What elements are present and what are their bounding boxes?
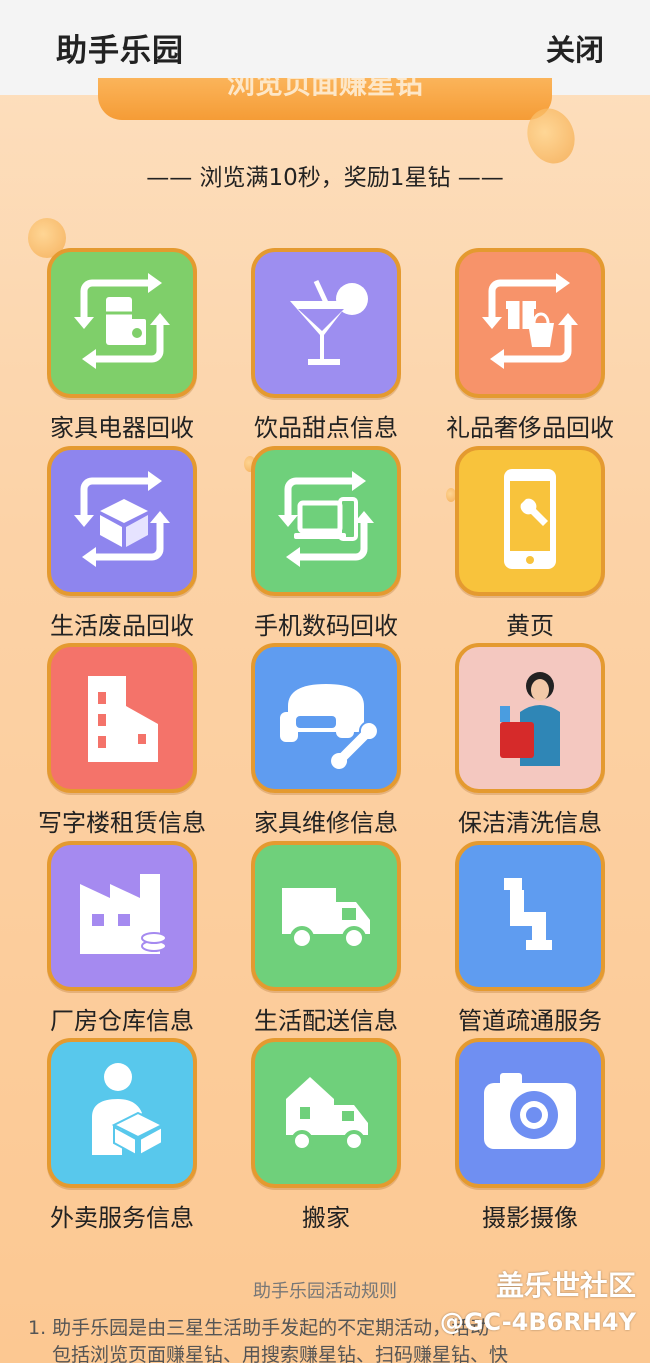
factory-icon [62,854,182,978]
service-item[interactable]: 家具电器回收 [20,248,224,446]
rules-line-1: 1. 助手乐园是由三星生活助手发起的不定期活动，活动 [28,1317,490,1339]
cleaner-woman-icon [470,656,590,780]
service-item[interactable]: 饮品甜点信息 [224,248,428,446]
service-label: 家具维修信息 [254,809,398,837]
service-tile[interactable] [47,445,197,596]
box-recycle-icon [62,459,182,583]
service-item[interactable]: 黄页 [428,445,632,644]
phone-wrench-icon [470,459,590,583]
service-tile[interactable] [455,643,605,793]
service-tile[interactable] [47,1038,197,1188]
service-tile[interactable] [251,840,401,991]
page-title: 助手乐园 [56,33,184,69]
service-item[interactable]: 管道疏通服务 [428,840,632,1039]
service-item[interactable]: 厂房仓库信息 [20,840,224,1039]
drink-cocktail-icon [266,261,386,385]
service-item[interactable]: 生活配送信息 [224,840,428,1039]
banner-button[interactable]: 浏览页面赚星钻 [98,78,552,120]
service-label: 礼品奢侈品回收 [446,414,614,442]
service-tile[interactable] [251,445,401,596]
office-building-icon [62,656,182,780]
service-item[interactable]: 家具维修信息 [224,643,428,841]
service-label: 手机数码回收 [254,611,398,640]
service-item[interactable]: 手机数码回收 [224,445,428,644]
service-label: 生活废品回收 [50,611,194,640]
service-tile[interactable] [455,1038,605,1188]
service-label: 管道疏通服务 [458,1006,602,1035]
service-item[interactable]: 生活废品回收 [20,445,224,644]
service-label: 外卖服务信息 [50,1204,194,1232]
gift-bag-recycle-icon [470,261,590,385]
service-label: 搬家 [302,1204,350,1232]
service-tile[interactable] [47,840,197,991]
service-tile[interactable] [455,840,605,991]
rules-line-2: 包括浏览页面赚星钻、用搜索赚星钻、扫码赚星钻、快 [52,1344,509,1363]
service-label: 写字楼租赁信息 [38,809,206,837]
banner-label: 浏览页面赚星钻 [226,78,423,100]
watermark-site: 盖乐世社区 [495,1269,636,1302]
service-item[interactable]: 礼品奢侈品回收 [428,248,632,446]
appliance-recycle-icon [62,261,182,385]
pipe-icon [470,854,590,978]
close-button[interactable]: 关闭 [546,27,604,69]
service-label: 家具电器回收 [50,414,194,442]
service-tile[interactable] [251,643,401,793]
service-label: 摄影摄像 [482,1204,578,1232]
camera-icon [470,1051,590,1175]
service-tile[interactable] [47,643,197,793]
service-tile[interactable] [47,248,197,398]
delivery-truck-icon [266,854,386,978]
reward-hint: —— 浏览满10秒，奖励1星钻 —— [146,165,504,191]
service-grid: 家具电器回收 饮品甜点信息 礼品奢侈品回收 生活废品回收 手机数码回收 黄页 写… [20,248,630,1236]
service-item[interactable]: 外卖服务信息 [20,1038,224,1236]
service-item[interactable]: 保洁清洗信息 [428,643,632,841]
service-label: 饮品甜点信息 [254,414,398,442]
sofa-repair-icon [266,656,386,780]
service-tile[interactable] [455,248,605,398]
watermark-user: @GC-4B6RH4Y [439,1308,636,1336]
service-label: 厂房仓库信息 [50,1006,194,1035]
service-label: 黄页 [506,611,554,640]
service-label: 保洁清洗信息 [458,809,602,837]
service-tile[interactable] [455,445,605,596]
service-item[interactable]: 搬家 [224,1038,428,1236]
service-label: 生活配送信息 [254,1006,398,1035]
service-item[interactable]: 写字楼租赁信息 [20,643,224,841]
devices-recycle-icon [266,459,386,583]
service-tile[interactable] [251,1038,401,1188]
service-item[interactable]: 摄影摄像 [428,1038,632,1236]
service-tile[interactable] [251,248,401,398]
courier-box-icon [62,1051,182,1175]
moving-truck-icon [266,1051,386,1175]
